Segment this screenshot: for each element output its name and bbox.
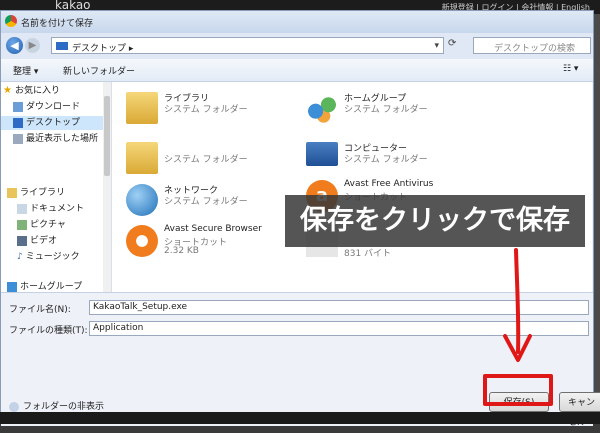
address-bar: ◀ ▶ デスクトップ ▸ ▾ ⟳ デスクトップの検索 bbox=[1, 33, 593, 59]
downloads-icon bbox=[13, 101, 23, 112]
list-item[interactable]: システム フォルダー bbox=[126, 140, 306, 180]
videos-icon bbox=[17, 235, 27, 246]
sidebar-item-music[interactable]: ♪ ミュージック bbox=[1, 250, 103, 264]
homegroup-icon bbox=[7, 281, 17, 292]
cancel-button[interactable]: キャンセル bbox=[559, 392, 600, 428]
music-icon: ♪ bbox=[17, 251, 23, 262]
sidebar-item-desktop[interactable]: デスクトップ bbox=[1, 116, 103, 130]
chrome-icon bbox=[5, 15, 17, 27]
recent-places-icon bbox=[13, 133, 23, 144]
sidebar-item-documents[interactable]: ドキュメント bbox=[1, 202, 103, 216]
documents-icon bbox=[17, 203, 27, 214]
forward-arrow-icon[interactable]: ▶ bbox=[25, 38, 40, 53]
dialog-title: 名前を付けて保存 bbox=[21, 19, 94, 29]
sidebar-item-favorites[interactable]: ★ お気に入り bbox=[1, 84, 103, 98]
desktop-folder-icon bbox=[56, 42, 68, 50]
filename-input[interactable]: KakaoTalk_Setup.exe bbox=[89, 300, 589, 315]
filetype-select[interactable]: Application bbox=[89, 321, 589, 336]
sidebar-item-videos[interactable]: ビデオ bbox=[1, 234, 103, 248]
hide-folders-label: フォルダーの非表示 bbox=[23, 402, 105, 412]
list-item[interactable]: コンピューター システム フォルダー bbox=[306, 140, 486, 180]
avast-browser-icon bbox=[126, 225, 158, 257]
toolbar: 整理 ▾ 新しいフォルダー ☷ ▾ bbox=[1, 59, 593, 82]
search-input[interactable]: デスクトップの検索 bbox=[473, 37, 591, 54]
homegroup-icon bbox=[306, 92, 338, 124]
title-bar: 名前を付けて保存 bbox=[1, 11, 593, 33]
list-item[interactable]: Avast Secure Browser ショートカット 2.32 KB bbox=[126, 223, 306, 263]
sidebar-item-homegroup[interactable]: ホームグループ bbox=[1, 280, 103, 292]
list-item[interactable]: ホームグループ システム フォルダー bbox=[306, 90, 486, 130]
view-options-button[interactable]: ☷ ▾ bbox=[563, 64, 578, 74]
background-footer bbox=[0, 412, 600, 424]
back-arrow-icon[interactable]: ◀ bbox=[6, 37, 23, 54]
filetype-label: ファイルの種類(T): bbox=[9, 326, 88, 336]
address-field[interactable]: デスクトップ ▸ ▾ bbox=[51, 37, 444, 54]
file-list: ライブラリ システム フォルダー ホームグループ システム フォルダー システム… bbox=[112, 82, 592, 292]
new-folder-button[interactable]: 新しいフォルダー bbox=[63, 64, 135, 77]
star-icon: ★ bbox=[3, 84, 12, 96]
list-item[interactable]: ライブラリ システム フォルダー bbox=[126, 90, 306, 130]
sidebar-scroll-thumb[interactable] bbox=[104, 96, 110, 176]
refresh-icon[interactable]: ⟳ bbox=[448, 38, 456, 49]
instruction-caption: 保存をクリックで保存 bbox=[285, 195, 585, 247]
computer-icon bbox=[306, 142, 338, 166]
chevron-up-icon bbox=[9, 401, 19, 412]
hide-folders-toggle[interactable]: フォルダーの非表示 bbox=[9, 399, 104, 412]
network-globe-icon bbox=[126, 184, 158, 216]
save-button-highlight bbox=[483, 374, 553, 406]
address-dropdown-icon[interactable]: ▾ bbox=[434, 41, 439, 51]
search-placeholder: デスクトップの検索 bbox=[494, 44, 576, 54]
libraries-folder-icon bbox=[126, 92, 158, 124]
user-folder-icon bbox=[126, 142, 158, 174]
address-text: デスクトップ ▸ bbox=[72, 44, 134, 54]
sidebar-item-libraries[interactable]: ライブラリ bbox=[1, 186, 103, 200]
sidebar-item-pictures[interactable]: ピクチャ bbox=[1, 218, 103, 232]
desktop-icon bbox=[13, 117, 23, 128]
library-icon bbox=[7, 187, 17, 198]
list-item[interactable]: ネットワーク システム フォルダー bbox=[126, 182, 306, 222]
filename-label: ファイル名(N): bbox=[9, 305, 71, 315]
pictures-icon bbox=[17, 219, 27, 230]
sidebar-item-recent[interactable]: 最近表示した場所 bbox=[1, 132, 103, 146]
sidebar-item-downloads[interactable]: ダウンロード bbox=[1, 100, 103, 114]
organize-button[interactable]: 整理 ▾ bbox=[13, 64, 38, 77]
navigation-pane: ★ お気に入り ダウンロード デスクトップ 最近表示した場所 ライブラリ ドキュメ… bbox=[1, 82, 112, 292]
